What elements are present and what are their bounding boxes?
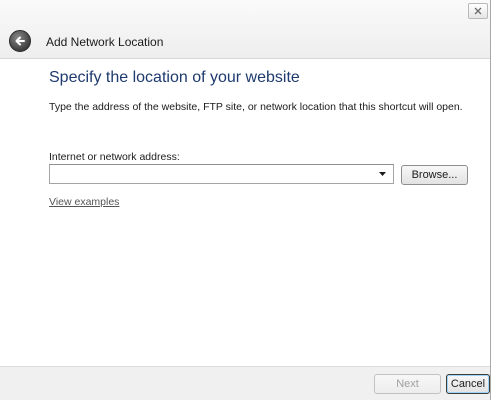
address-combobox[interactable] [49,164,394,184]
chevron-down-icon [379,172,386,176]
next-button[interactable]: Next [374,374,441,394]
wizard-header: Add Network Location [0,0,490,59]
wizard-content: Specify the location of your website Typ… [0,59,490,366]
close-icon [474,7,482,15]
window-title: Add Network Location [46,35,164,49]
back-arrow-icon [15,36,25,46]
page-description: Type the address of the website, FTP sit… [49,101,463,113]
address-dropdown-button[interactable] [375,165,391,183]
view-examples-link[interactable]: View examples [49,196,119,208]
browse-button[interactable]: Browse... [401,165,468,185]
wizard-footer: Next Cancel [0,366,490,400]
add-network-location-wizard: Add Network Location Specify the locatio… [0,0,491,400]
address-input[interactable] [50,165,375,183]
cancel-button[interactable]: Cancel [446,374,490,394]
page-heading: Specify the location of your website [49,69,300,86]
close-button[interactable] [468,3,488,19]
back-button[interactable] [9,30,31,52]
address-field-label: Internet or network address: [49,151,180,163]
